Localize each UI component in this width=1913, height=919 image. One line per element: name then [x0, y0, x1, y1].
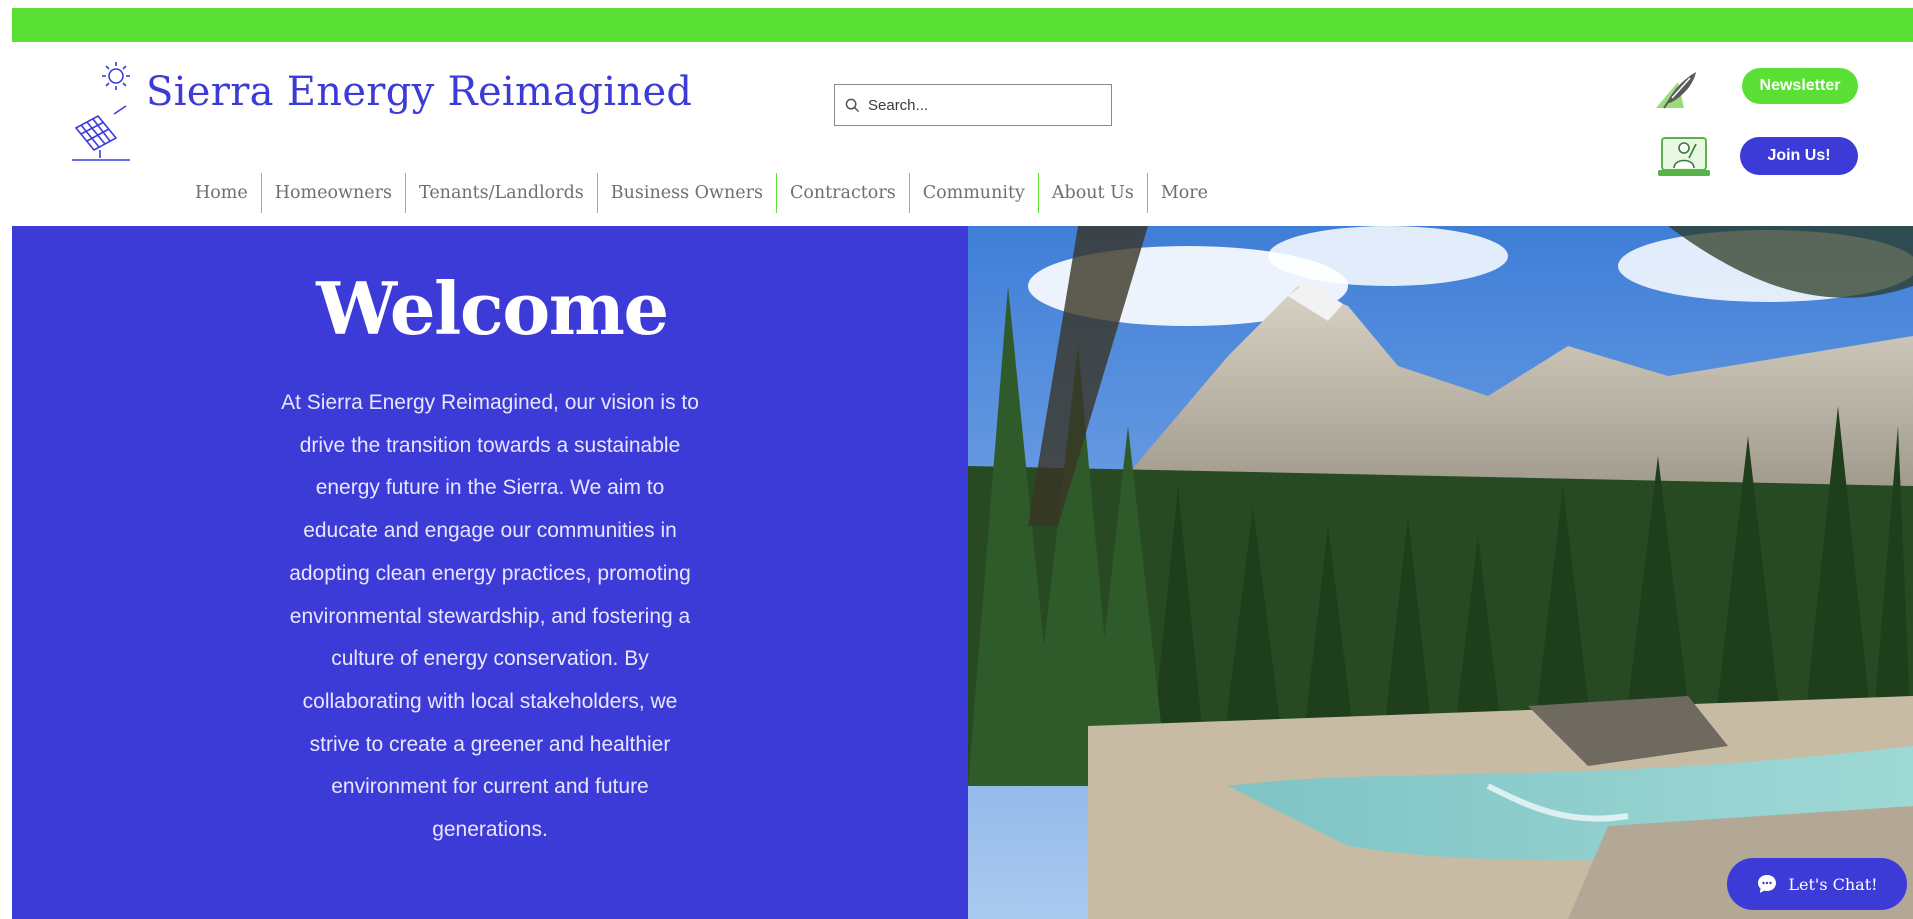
nav-item-homeowners[interactable]: Homeowners: [260, 173, 405, 213]
nav-item-community[interactable]: Community: [908, 173, 1038, 213]
search-icon: [845, 98, 860, 112]
quill-pen-icon[interactable]: [1654, 68, 1700, 110]
chat-bubble-icon: [1758, 875, 1777, 893]
search-input[interactable]: [868, 96, 1098, 114]
welcome-heading: Welcome: [316, 266, 669, 351]
nav-item-tenants-landlords[interactable]: Tenants/Landlords: [405, 173, 597, 213]
nav-item-contractors[interactable]: Contractors: [775, 173, 909, 213]
mountain-river-forest-photo: [968, 226, 1913, 919]
solar-panel-sun-icon[interactable]: [68, 58, 138, 162]
nav-item-more[interactable]: More: [1146, 173, 1221, 213]
search-box[interactable]: [834, 84, 1112, 126]
nav-item-home[interactable]: Home: [182, 173, 261, 213]
join-us-button[interactable]: Join Us!: [1740, 137, 1858, 175]
main-nav: Home Homeowners Tenants/Landlords Busine…: [182, 173, 1221, 213]
chat-label: Let's Chat!: [1788, 874, 1878, 894]
nav-item-business-owners[interactable]: Business Owners: [596, 173, 776, 213]
welcome-section: Welcome At Sierra Energy Reimagined, our…: [12, 226, 968, 919]
online-teacher-icon[interactable]: [1656, 134, 1712, 182]
top-accent-strip: [12, 8, 1913, 42]
site-header: Sierra Energy Reimagined Home Homeowners…: [12, 42, 1913, 226]
site-title[interactable]: Sierra Energy Reimagined: [146, 69, 692, 115]
chat-button[interactable]: Let's Chat!: [1727, 858, 1907, 910]
nav-item-about-us[interactable]: About Us: [1037, 173, 1147, 213]
vision-paragraph: At Sierra Energy Reimagined, our vision …: [281, 391, 699, 842]
newsletter-button[interactable]: Newsletter: [1742, 68, 1858, 104]
